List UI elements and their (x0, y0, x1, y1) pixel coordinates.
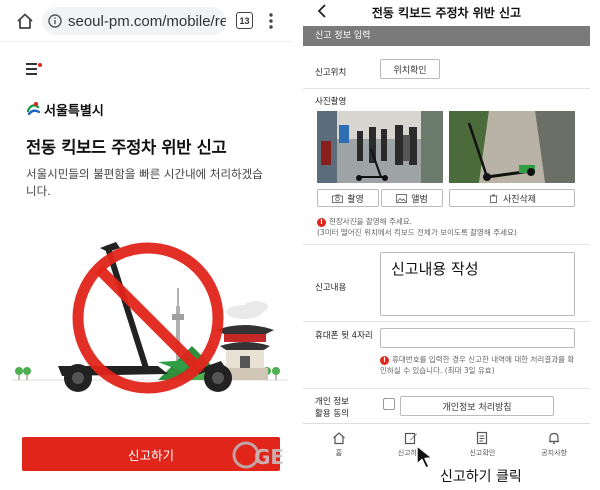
nav-home-label: 홈 (335, 449, 343, 457)
document-icon (477, 431, 488, 445)
left-phone-screen: seoul-pm.com/mobile/report 13 서울특별시 전동 킥… (0, 0, 292, 490)
bell-icon (549, 432, 560, 445)
phone-notice: ! 휴대번호를 입력한 경우 신고한 내역에 대한 처리결과를 확인하실 수 있습… (380, 354, 580, 376)
nav-check-label: 신고확인 (469, 449, 496, 457)
logo-text: 서울특별시 (44, 104, 104, 119)
edit-icon (404, 432, 417, 445)
location-check-button[interactable]: 위치확인 (380, 59, 440, 79)
page-description: 서울시민들의 불편함을 빠른 시간내에 처리하겠습니다. (26, 167, 263, 198)
content-label: 신고내용 (315, 283, 347, 293)
home-icon[interactable] (16, 12, 34, 30)
delete-photo-label: 사진삭제 (502, 194, 537, 205)
phone-label: 휴대폰 뒷 4자리 (315, 331, 373, 341)
header-title: 전동 킥보드 주정차 위반 신고 (371, 6, 522, 20)
nav-notice-label: 공지사항 (541, 449, 567, 457)
privacy-label-line-1: 개인 정보 (315, 397, 349, 407)
tab-switcher-button[interactable]: 13 (236, 12, 253, 29)
watermark-text: GE (254, 445, 284, 469)
photo-notice: ! 현장사진을 촬영해 주세요. (3미터 떨어진 위치에서 킥보드 전체가 보이… (317, 216, 585, 238)
annotation-caption: 신고하기 클릭 (440, 469, 522, 485)
seoul-logo: 서울특별시 (26, 100, 104, 119)
browser-toolbar: seoul-pm.com/mobile/report 13 (0, 0, 292, 42)
scooter-photo-1 (317, 111, 443, 183)
right-phone-screen: 전동 킥보드 주정차 위반 신고 신고 정보 입력 신고위치 위치확인 사진촬영… (303, 0, 590, 490)
divider (303, 88, 590, 89)
divider (303, 244, 590, 245)
seoul-emblem-icon (26, 101, 41, 115)
home-icon (332, 432, 345, 445)
privacy-label-line-2: 활용 동의 (315, 409, 349, 419)
warning-icon: ! (317, 218, 326, 227)
location-label: 신고위치 (315, 68, 347, 78)
content-annotation: 신고내용 작성 (391, 260, 479, 278)
warning-icon: ! (380, 356, 389, 365)
page-title: 전동 킥보드 주정차 위반 신고 (26, 138, 227, 157)
delete-photo-button[interactable]: 사진삭제 (449, 189, 575, 207)
mouse-cursor-icon (416, 445, 433, 469)
privacy-consent-checkbox[interactable] (383, 398, 395, 410)
scooter-photo-2 (449, 111, 575, 183)
address-bar[interactable]: seoul-pm.com/mobile/report (42, 7, 226, 35)
more-menu-icon[interactable] (266, 12, 276, 30)
phone-last4-input[interactable] (380, 328, 575, 348)
section-header: 신고 정보 입력 (303, 26, 590, 46)
photo-label: 사진촬영 (315, 97, 347, 107)
info-icon[interactable] (48, 14, 62, 28)
image-icon (396, 193, 408, 203)
photo-notice-line-2: (3미터 떨어진 위치에서 킥보드 전체가 보이도록 촬영해 주세요) (317, 228, 517, 237)
hamburger-menu-icon[interactable] (26, 63, 42, 75)
photo-notice-line-1: 현장사진을 촬영해 주세요. (329, 217, 413, 226)
nav-home[interactable]: 홈 (303, 424, 375, 467)
app-header: 전동 킥보드 주정차 위반 신고 (303, 0, 590, 24)
privacy-label: 개인 정보 활용 동의 (315, 396, 349, 420)
camera-icon (332, 194, 344, 203)
album-label: 앨범 (411, 194, 428, 205)
divider (303, 321, 590, 322)
no-scooter-parking-illustration (12, 242, 288, 394)
report-content-textarea[interactable]: 신고내용 작성 (380, 252, 575, 316)
capture-photo-button[interactable]: 촬영 (317, 189, 379, 207)
url-text: seoul-pm.com/mobile/report (68, 12, 226, 30)
nav-check[interactable]: 신고확인 (447, 424, 519, 467)
bottom-navigation: 홈 신고하기 신고확인 공지사항 (303, 423, 590, 467)
watermark-logo: GE (232, 441, 284, 469)
nav-notice[interactable]: 공지사항 (518, 424, 590, 467)
trash-icon (489, 194, 498, 203)
privacy-policy-button[interactable]: 개인정보 처리방침 (400, 396, 554, 416)
capture-photo-label: 촬영 (347, 194, 364, 205)
divider (303, 388, 590, 389)
phone-notice-text: 휴대번호를 입력한 경우 신고한 내역에 대한 처리결과를 확인하실 수 있습니… (380, 355, 575, 375)
album-button[interactable]: 앨범 (381, 189, 443, 207)
